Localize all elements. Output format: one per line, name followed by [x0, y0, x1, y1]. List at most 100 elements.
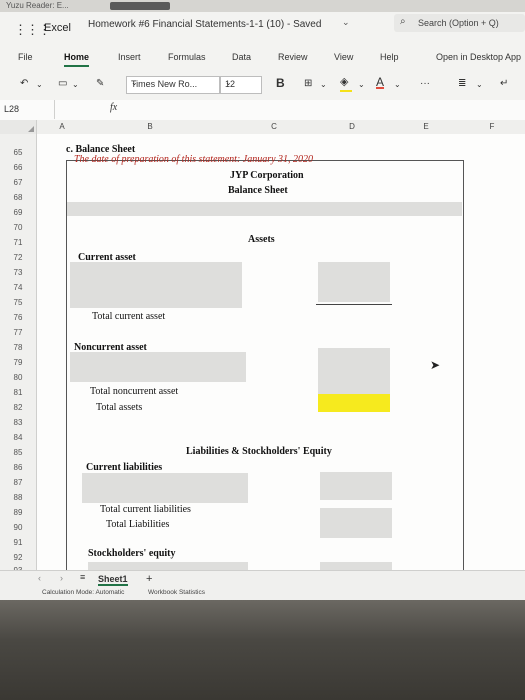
row-header[interactable]: 92 — [0, 553, 36, 562]
chevron-down-icon[interactable]: ⌄ — [36, 80, 43, 89]
row-header[interactable]: 78 — [0, 343, 36, 352]
liabilities-equity-header[interactable]: Liabilities & Stockholders' Equity — [186, 446, 332, 457]
column-header-a[interactable]: A — [56, 122, 68, 131]
row-header[interactable]: 74 — [0, 283, 36, 292]
name-box[interactable]: L28 — [0, 100, 55, 119]
total-liabilities-label[interactable]: Total Liabilities — [106, 519, 169, 530]
row-header[interactable]: 73 — [0, 268, 36, 277]
tab-insert[interactable]: Insert — [118, 52, 141, 62]
more-options-button[interactable]: ··· — [420, 78, 430, 89]
spreadsheet-grid[interactable]: 65 66 67 68 69 70 71 72 73 74 75 76 77 7… — [0, 134, 525, 571]
shaded-row[interactable] — [67, 202, 462, 216]
row-header[interactable]: 66 — [0, 163, 36, 172]
chevron-down-icon[interactable]: ⌄ — [394, 80, 401, 89]
sheet-tab-sheet1[interactable]: Sheet1 — [98, 574, 128, 586]
total-assets-label[interactable]: Total assets — [96, 402, 142, 413]
tab-formulas[interactable]: Formulas — [168, 52, 206, 62]
font-name-select[interactable]: Times New Ro... ⌄ — [126, 76, 220, 94]
row-header[interactable]: 71 — [0, 238, 36, 247]
current-asset-input-area[interactable] — [70, 262, 242, 308]
select-all-corner[interactable] — [0, 120, 37, 134]
chevron-left-icon[interactable]: ‹ — [38, 573, 41, 583]
browser-tab-label[interactable]: Yuzu Reader: E... — [6, 1, 69, 10]
tab-home[interactable]: Home — [64, 52, 90, 67]
row-header[interactable]: 85 — [0, 448, 36, 457]
current-liabilities-amount-area[interactable] — [320, 472, 392, 500]
total-noncurrent-asset-label[interactable]: Total noncurrent asset — [90, 386, 178, 397]
clipboard-icon[interactable]: ▭ — [58, 78, 67, 89]
chevron-down-icon[interactable]: ⌄ — [358, 80, 365, 89]
total-current-asset-label[interactable]: Total current asset — [92, 311, 165, 322]
fill-color-icon[interactable]: ◈ — [340, 75, 353, 92]
row-header[interactable]: 82 — [0, 403, 36, 412]
current-asset-amount-area[interactable] — [318, 262, 390, 302]
column-header-f[interactable]: F — [482, 122, 502, 131]
current-liabilities-label[interactable]: Current liabilities — [86, 462, 162, 473]
noncurrent-asset-input-area[interactable] — [70, 352, 246, 382]
row-header[interactable]: 65 — [0, 148, 36, 157]
column-header-d[interactable]: D — [342, 122, 362, 131]
row-header[interactable]: 87 — [0, 478, 36, 487]
current-liabilities-input-area[interactable] — [82, 473, 248, 503]
tab-data[interactable]: Data — [232, 52, 251, 62]
calculation-mode[interactable]: Calculation Mode: Automatic — [42, 589, 124, 596]
row-header[interactable]: 75 — [0, 298, 36, 307]
row-header[interactable]: 89 — [0, 508, 36, 517]
total-current-liabilities-label[interactable]: Total current liabilities — [100, 504, 191, 515]
row-header[interactable]: 83 — [0, 418, 36, 427]
tab-view[interactable]: View — [334, 52, 353, 62]
row-header[interactable]: 79 — [0, 358, 36, 367]
add-sheet-button[interactable]: + — [146, 573, 152, 585]
company-name[interactable]: JYP Corporation — [230, 170, 304, 181]
search-box[interactable]: ⌕ Search (Option + Q) — [394, 14, 525, 32]
total-liabilities-amount-area[interactable] — [320, 508, 392, 538]
statement-name[interactable]: Balance Sheet — [228, 185, 288, 196]
chevron-down-icon[interactable]: ⌄ — [72, 80, 79, 89]
row-header[interactable]: 68 — [0, 193, 36, 202]
row-header[interactable]: 69 — [0, 208, 36, 217]
bold-button[interactable]: B — [276, 76, 285, 90]
chevron-down-icon[interactable]: ⌄ — [320, 80, 327, 89]
stockholders-equity-amount-area[interactable] — [320, 562, 392, 570]
browser-tab-chip[interactable] — [110, 2, 170, 10]
tab-help[interactable]: Help — [380, 52, 399, 62]
statement-date[interactable]: The date of preparation of this statemen… — [74, 154, 313, 165]
row-header[interactable]: 72 — [0, 253, 36, 262]
tab-file[interactable]: File — [18, 52, 33, 62]
row-header[interactable]: 91 — [0, 538, 36, 547]
column-header-b[interactable]: B — [140, 122, 160, 131]
format-painter-icon[interactable]: ✎ — [96, 78, 104, 89]
chevron-right-icon[interactable]: › — [60, 573, 63, 583]
undo-icon[interactable]: ↶ — [20, 78, 28, 89]
row-header[interactable]: 86 — [0, 463, 36, 472]
row-header[interactable]: 84 — [0, 433, 36, 442]
column-header-c[interactable]: C — [264, 122, 284, 131]
chevron-down-icon[interactable]: ⌄ — [342, 17, 350, 28]
row-header[interactable]: 90 — [0, 523, 36, 532]
wrap-text-icon[interactable]: ↵ — [500, 78, 508, 89]
borders-icon[interactable]: ⊞ — [304, 78, 312, 89]
row-header[interactable]: 67 — [0, 178, 36, 187]
row-header[interactable]: 80 — [0, 373, 36, 382]
align-icon[interactable]: ≣ — [458, 78, 466, 89]
row-header[interactable]: 81 — [0, 388, 36, 397]
row-header[interactable]: 77 — [0, 328, 36, 337]
tab-review[interactable]: Review — [278, 52, 308, 62]
workbook-statistics[interactable]: Workbook Statistics — [148, 589, 205, 596]
chevron-down-icon[interactable]: ⌄ — [476, 80, 483, 89]
total-assets-highlight-cell[interactable] — [318, 394, 390, 412]
font-color-button[interactable]: A — [376, 75, 384, 89]
open-in-desktop-button[interactable]: Open in Desktop App — [436, 52, 521, 62]
font-size-select[interactable]: 12 ⌄ — [220, 76, 262, 94]
noncurrent-asset-amount-area[interactable] — [318, 348, 390, 394]
document-name[interactable]: Homework #6 Financial Statements-1-1 (10… — [88, 19, 321, 30]
row-header[interactable]: 70 — [0, 223, 36, 232]
row-header[interactable]: 76 — [0, 313, 36, 322]
row-header[interactable]: 88 — [0, 493, 36, 502]
stockholders-equity-input-area[interactable] — [88, 562, 248, 570]
fx-icon[interactable]: fx — [110, 102, 117, 113]
column-header-e[interactable]: E — [416, 122, 436, 131]
sheet-list-icon[interactable]: ≡ — [80, 572, 85, 582]
assets-header[interactable]: Assets — [248, 234, 275, 245]
stockholders-equity-label[interactable]: Stockholders' equity — [88, 548, 176, 559]
